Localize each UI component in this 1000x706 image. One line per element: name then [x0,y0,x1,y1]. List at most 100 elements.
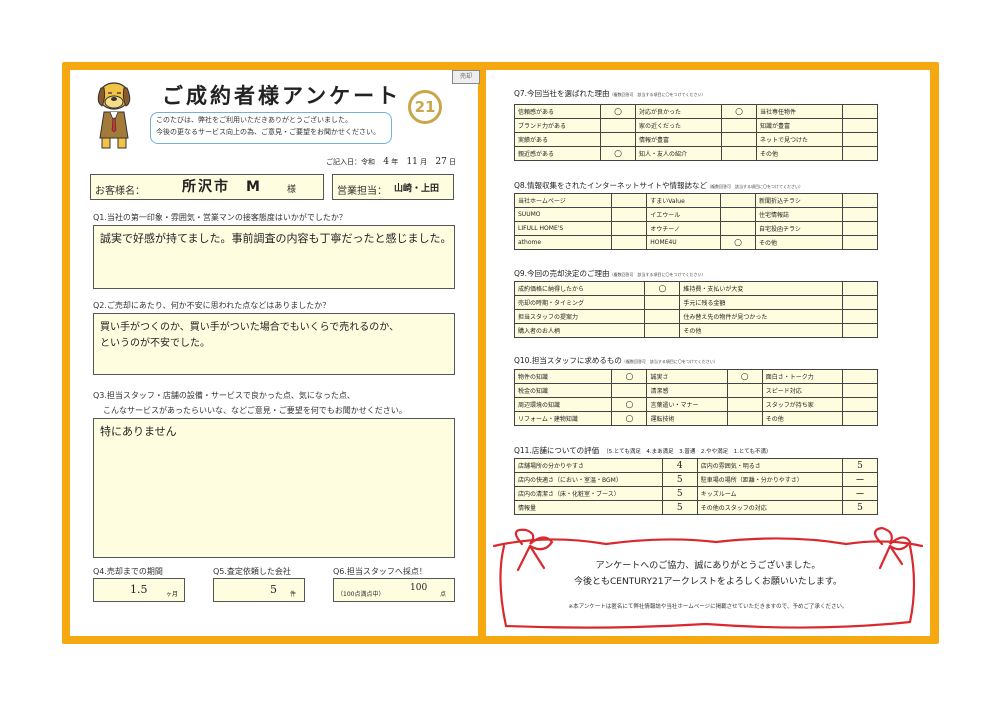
q11-option-mark[interactable]: ー [842,472,878,487]
q5-unit: 件 [290,591,297,598]
q8-option-label: その他 [755,235,843,250]
q10-option-mark[interactable]: ○ [726,369,763,384]
q9-option-mark[interactable] [644,323,681,338]
q9-option-label: 住み替え先の物件が見つかった [679,309,843,324]
q9-option-mark[interactable] [842,309,878,324]
q9-option-label: その他 [679,323,843,338]
date-label: ご記入日： [326,158,361,166]
q10-option-mark[interactable] [726,411,763,426]
q8-option-mark[interactable] [611,235,648,250]
q10-option-label: 運転技術 [646,411,728,426]
q7-option-mark[interactable] [842,132,878,147]
q10-row: リフォーム・建物知識 ○ 運転技術 その他 [513,411,878,426]
q9-option-mark[interactable]: ○ [644,281,681,296]
staff-name: 山崎・上田 [394,184,440,194]
q10-option-mark[interactable] [842,383,878,398]
q8-option-label: SUUMO [513,207,613,222]
q7-option-mark[interactable] [721,146,757,161]
q7-option-mark[interactable] [721,118,757,133]
q2-answer-line-2: というのが不安でした。 [100,338,210,349]
q9-title: Q9.今回の売却決定のご理由（複数回答可 該当する項目に〇をつけてください） [514,268,705,279]
q10-title-text: Q10.担当スタッフに求めるもの [514,356,622,365]
q8-table: 当社ホームページ すまいValue 新聞折込チラシ SUUMO イエウール 住宅情報誌 LI… [513,193,878,250]
q10-option-mark[interactable] [842,411,878,426]
month-unit: 月 [420,158,428,166]
q4-label: Q4.売却までの期間 [93,567,163,576]
q9-option-mark[interactable] [842,281,878,296]
q8-option-mark[interactable] [842,235,878,250]
q10-option-mark[interactable]: ○ [611,411,648,426]
q8-option-mark[interactable] [611,221,648,236]
q2-answer-line-1: 買い手がつくのか、買い手がついた場合でもいくらで売れるのか、 [100,322,400,333]
q4-value: 1.5 [130,583,148,596]
q10-option-mark[interactable] [842,369,878,384]
q10-option-mark[interactable] [726,397,763,412]
q8-option-mark[interactable] [842,221,878,236]
q6-prefix: （100点満点中） [337,591,385,598]
q7-option-mark[interactable] [600,118,636,133]
q8-option-mark[interactable] [842,193,878,208]
q7-option-label: ネットで見つけた [756,132,843,147]
q8-option-mark[interactable] [720,193,757,208]
q11-option-mark[interactable]: 5 [661,472,698,487]
q8-option-mark[interactable] [842,207,878,222]
q11-option-mark[interactable]: ー [842,486,878,501]
q8-title: Q8.情報収集をされたインターネットサイトや情報誌など（複数回答可 該当する項目… [514,180,803,191]
q3-answer-box[interactable] [93,418,455,558]
q7-option-label: 知人・友人の紹介 [635,146,722,161]
q10-option-mark[interactable] [611,383,648,398]
q7-option-mark[interactable]: ○ [721,104,757,119]
q3-answer: 特にありません [100,425,177,438]
q11-option-mark[interactable]: 5 [661,486,698,501]
q9-option-mark[interactable] [842,295,878,310]
customer-label: お客様名： [95,186,145,197]
q11-option-mark[interactable]: 5 [842,458,878,473]
q10-option-mark[interactable]: ○ [611,397,648,412]
q3-question-line-1: Q3.担当スタッフ・店舗の設備・サービスで良かった点、気になった点、 [93,391,355,400]
q8-option-mark[interactable] [720,221,757,236]
q11-option-mark[interactable]: 5 [842,500,878,515]
q9-option-mark[interactable] [644,309,681,324]
q7-option-mark[interactable] [842,104,878,119]
q7-option-mark[interactable] [842,146,878,161]
q3-question-line-2: こんなサービスがあったらいいな、などご意見・ご要望を何でもお聞かせください。 [103,406,407,415]
q7-option-mark[interactable]: ○ [600,146,636,161]
q10-option-label: 清潔感 [646,383,728,398]
q6-label: Q6.担当スタッフへ採点！ [333,567,427,576]
q11-option-mark[interactable]: 4 [661,458,698,473]
q7-option-label: 信頼感がある [514,104,601,119]
q9-option-mark[interactable] [644,295,681,310]
q8-option-mark[interactable] [611,207,648,222]
q8-option-mark[interactable]: ○ [720,235,757,250]
q10-option-mark[interactable]: ○ [611,369,648,384]
q11-option-mark[interactable]: 5 [661,500,698,515]
q7-option-label: その他 [756,146,843,161]
q10-option-label: 周辺環境の知識 [513,397,613,412]
customer-name: 所沢市 M [182,179,262,195]
q10-option-mark[interactable] [726,383,763,398]
q11-option-label: 駐車場の場所（距離・分かりやすさ） [696,472,844,487]
q7-option-mark[interactable] [842,118,878,133]
q8-option-mark[interactable] [611,193,648,208]
q8-row: athome HOME4U ○ その他 [513,235,878,250]
q11-title-text: Q11.店舗についての評価 [514,446,600,455]
q10-option-label: リフォーム・建物知識 [513,411,613,426]
q7-option-mark[interactable]: ○ [600,104,636,119]
q8-option-label: 住宅情報誌 [755,207,843,222]
q9-option-mark[interactable] [842,323,878,338]
q9-option-label: 担当スタッフの提案力 [513,309,646,324]
thanks-line-1: アンケートへのご協力、誠にありがとうございました。 [595,561,821,571]
q7-row: 実績がある 情報が豊富 ネットで見つけた [514,132,878,147]
q9-row: 売却の時期・タイミング 手元に残る金額 [513,295,878,310]
q8-title-text: Q8.情報収集をされたインターネットサイトや情報誌など [514,181,708,190]
q7-option-mark[interactable] [600,132,636,147]
q10-option-mark[interactable] [842,397,878,412]
q8-option-label: すまいValue [646,193,722,208]
q4-unit: ヶ月 [166,591,179,598]
q7-option-mark[interactable] [721,132,757,147]
q9-note: （複数回答可 該当する項目に〇をつけてください） [609,272,706,277]
q8-note: （複数回答可 該当する項目に〇をつけてください） [707,184,803,189]
q7-row: 信頼感がある ○ 対応が良かった ○ 当社専任物件 [514,104,878,119]
q8-option-mark[interactable] [720,207,757,222]
q9-row: 担当スタッフの提案力 住み替え先の物件が見つかった [513,309,878,324]
